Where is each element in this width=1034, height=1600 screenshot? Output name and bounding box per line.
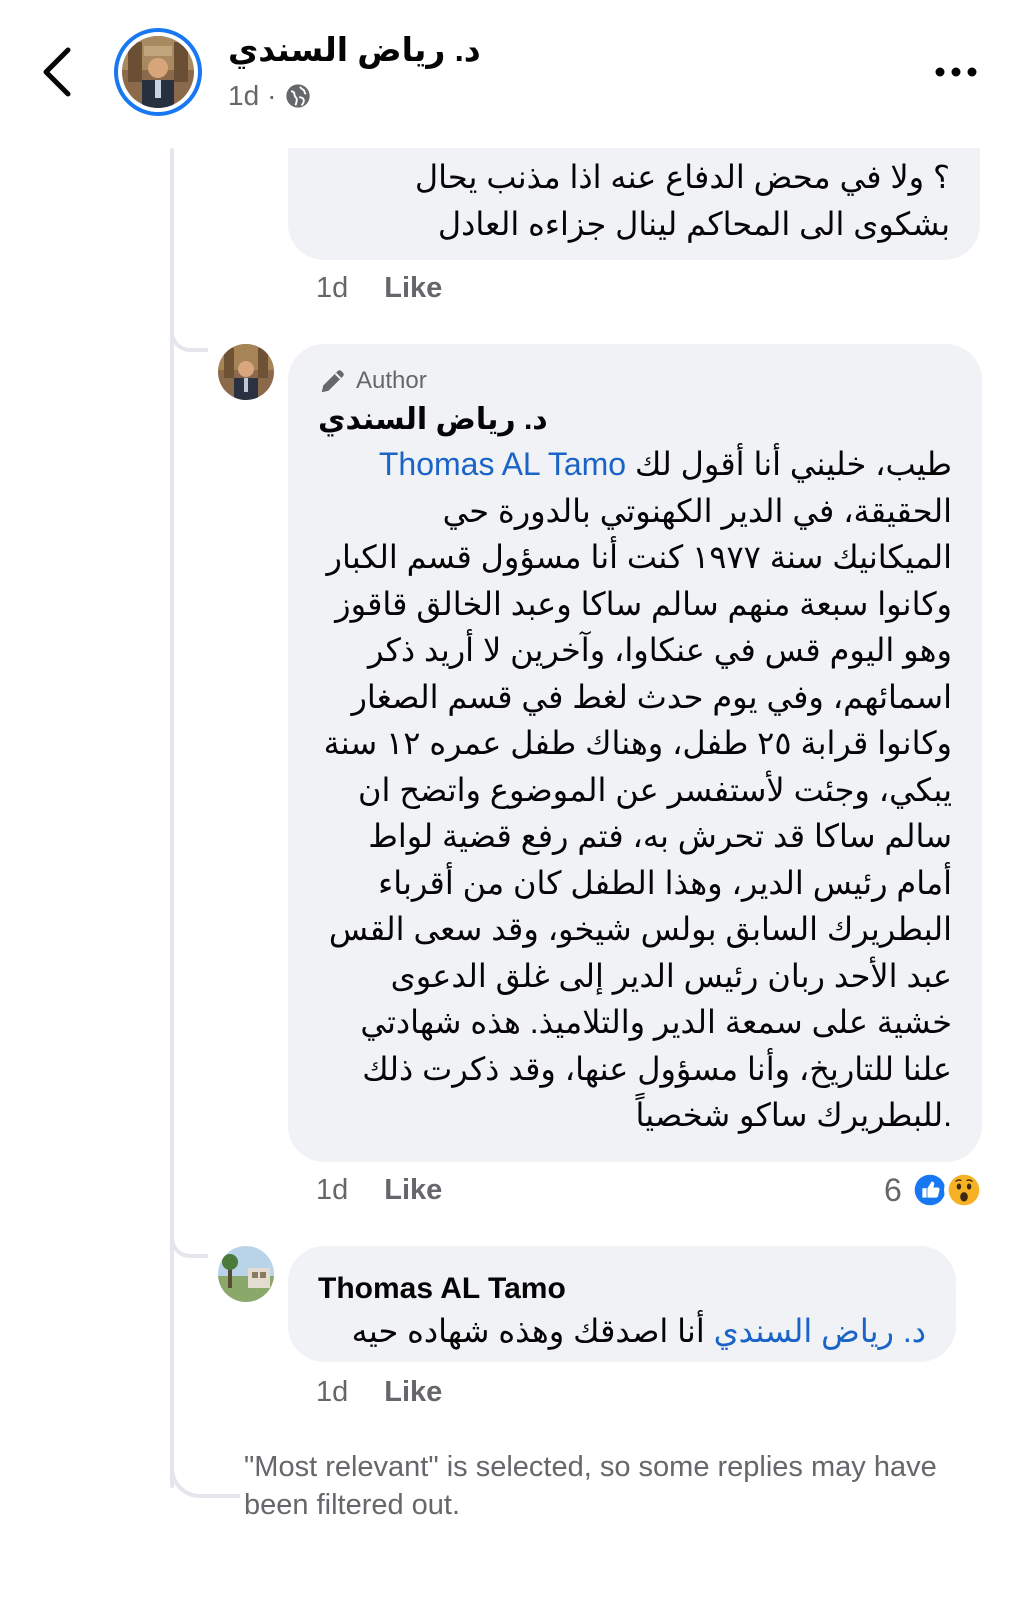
author-badge: Author: [318, 366, 952, 396]
comment-actions: 1d Like: [316, 1376, 442, 1409]
thread-connector: [170, 330, 208, 352]
wow-reaction-icon: [943, 1170, 984, 1210]
comment-body: أنا اصدقك وهذه شهاده حيه: [351, 1313, 714, 1349]
comment-time[interactable]: 1d: [316, 1174, 348, 1207]
comment-time[interactable]: 1d: [316, 1376, 348, 1409]
thread-end-connector: [170, 1440, 240, 1498]
pencil-icon: [321, 370, 344, 393]
comment-bubble[interactable]: Thomas AL Tamo د. رياض السندي أنا اصدقك …: [288, 1246, 956, 1362]
avatar[interactable]: [218, 1246, 274, 1302]
comment-text: د. رياض السندي أنا اصدقك وهذه شهاده حيه: [318, 1308, 926, 1355]
comment-author[interactable]: د. رياض السندي: [318, 402, 952, 437]
comment-bubble[interactable]: Author د. رياض السندي Thomas AL Tamo طيب…: [288, 344, 982, 1162]
post-author-name[interactable]: د. رياض السندي: [228, 30, 481, 69]
mention-link[interactable]: Thomas AL Tamo: [379, 446, 626, 482]
comment-body: طيب، خليني أنا أقول لك الحقيقة، في الدير…: [323, 446, 952, 1133]
like-button[interactable]: Like: [384, 272, 442, 305]
like-button[interactable]: Like: [384, 1376, 442, 1409]
comment-thread-page: ؟ ولا في محض الدفاع عنه اذا مذنب يحال بش…: [0, 0, 1034, 1600]
comment-time[interactable]: 1d: [316, 272, 348, 305]
avatar[interactable]: [114, 28, 202, 116]
like-button[interactable]: Like: [384, 1174, 442, 1207]
thread-connector: [170, 1236, 208, 1258]
filter-notice: "Most relevant" is selected, so some rep…: [244, 1451, 937, 1521]
mention-link[interactable]: د. رياض السندي: [714, 1313, 926, 1349]
reactions-summary[interactable]: 6: [884, 1168, 984, 1212]
comment-text: ؟ ولا في محض الدفاع عنه اذا مذنب يحال بش…: [414, 159, 950, 242]
thread-line: [170, 148, 174, 1488]
comment-actions: 1d Like: [316, 272, 442, 305]
comment-actions: 1d Like: [316, 1174, 442, 1207]
avatar-photo: [218, 1246, 274, 1302]
meta-separator: ·: [267, 80, 277, 111]
more-dots-icon[interactable]: [932, 60, 980, 84]
author-badge-label: Author: [356, 367, 427, 394]
comment-text: Thomas AL Tamo طيب، خليني أنا أقول لك ال…: [318, 441, 952, 1139]
comment-author[interactable]: Thomas AL Tamo: [318, 1272, 926, 1306]
avatar-photo: [218, 344, 274, 400]
post-header: د. رياض السندي 1d ·: [0, 0, 1034, 148]
back-chevron-icon[interactable]: [34, 40, 84, 104]
globe-icon: [286, 84, 311, 108]
post-time[interactable]: 1d: [228, 80, 259, 112]
avatar[interactable]: [218, 344, 274, 400]
reaction-count: 6: [884, 1171, 902, 1208]
avatar-photo: [122, 36, 194, 108]
post-meta: 1d ·: [228, 80, 312, 112]
